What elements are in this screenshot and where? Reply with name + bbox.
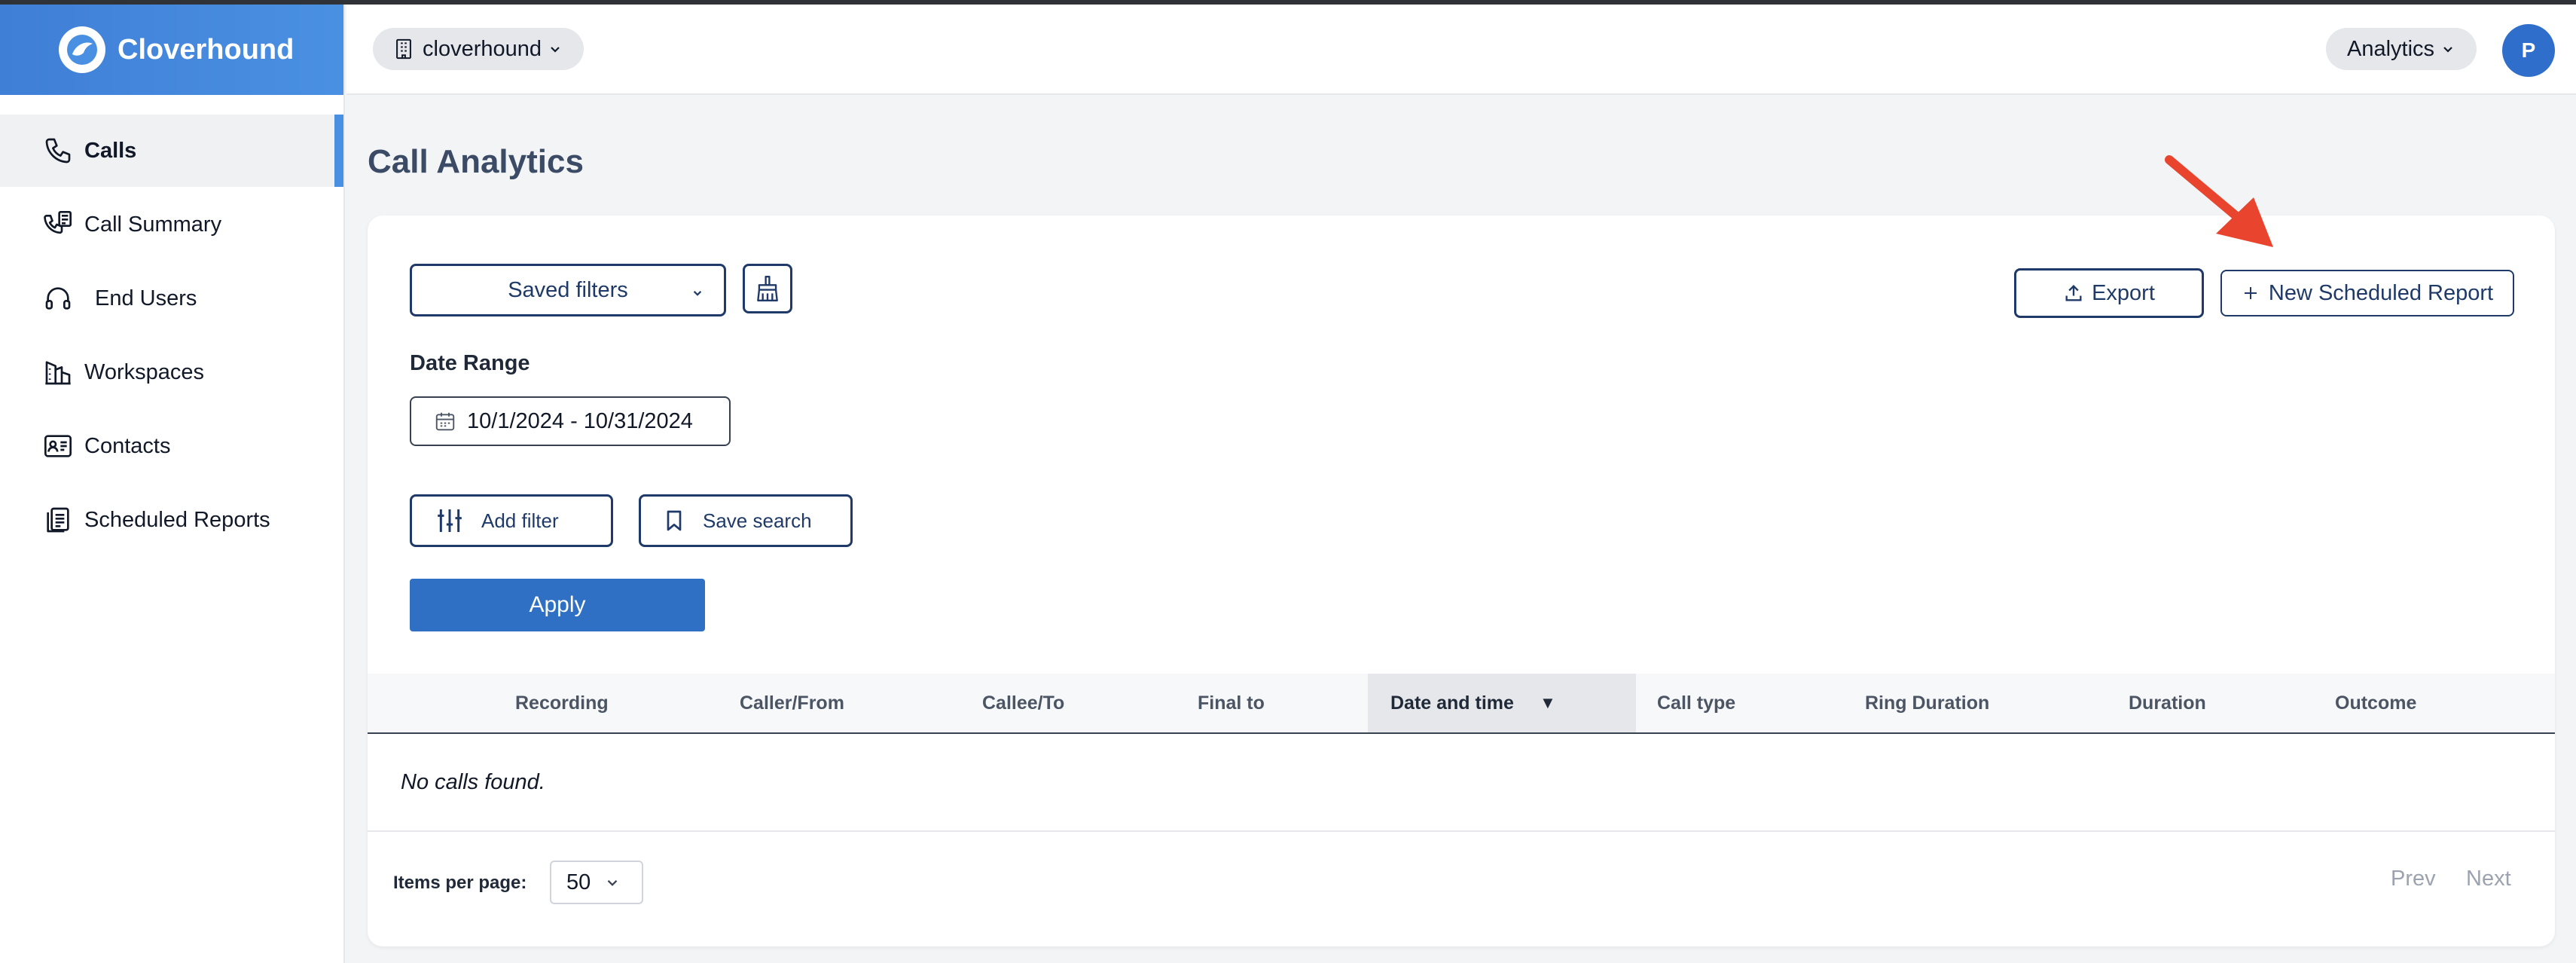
broom-icon bbox=[753, 274, 782, 303]
sidebar-item-label: Workspaces bbox=[84, 359, 205, 384]
saved-filters-label: Saved filters bbox=[508, 277, 628, 302]
items-per-page-select[interactable]: 50 bbox=[550, 861, 643, 904]
sidebar-item-call-summary[interactable]: Call Summary bbox=[0, 188, 343, 261]
brand-name: Cloverhound bbox=[118, 33, 295, 66]
sidebar-item-end-users[interactable]: End Users bbox=[0, 262, 343, 335]
prev-page-button[interactable]: Prev bbox=[2391, 867, 2436, 891]
sidebar-item-contacts[interactable]: Contacts bbox=[0, 410, 343, 482]
apply-button[interactable]: Apply bbox=[410, 579, 705, 631]
cloverhound-logo-icon bbox=[59, 26, 105, 73]
calls-table-header: Recording Caller/From Callee/To Final to… bbox=[368, 674, 2555, 734]
column-header-label: Date and time bbox=[1390, 692, 1514, 714]
call-summary-icon bbox=[41, 207, 75, 242]
new-report-label: New Scheduled Report bbox=[2268, 280, 2494, 305]
column-header-call-type[interactable]: Call type bbox=[1657, 674, 1735, 732]
org-name: cloverhound bbox=[423, 36, 542, 61]
topbar: cloverhound Analytics P bbox=[346, 5, 2576, 95]
chevron-down-icon bbox=[689, 283, 706, 307]
contact-card-icon bbox=[41, 429, 75, 463]
save-search-button[interactable]: Save search bbox=[639, 494, 853, 547]
sliders-icon bbox=[438, 509, 462, 532]
calendar-icon bbox=[434, 410, 456, 433]
date-range-picker[interactable]: 10/1/2024 - 10/31/2024 bbox=[410, 396, 731, 446]
save-search-label: Save search bbox=[703, 509, 812, 532]
column-header-outcome[interactable]: Outcome bbox=[2335, 674, 2416, 732]
phone-icon bbox=[41, 133, 75, 168]
sidebar-item-label: End Users bbox=[95, 286, 197, 310]
items-per-page-label: Items per page: bbox=[393, 873, 527, 893]
sidebar-item-label: Calls bbox=[84, 138, 137, 163]
upload-icon bbox=[2063, 283, 2084, 304]
headset-icon bbox=[41, 281, 75, 316]
sidebar-item-label: Contacts bbox=[84, 433, 171, 458]
clipboard-icon bbox=[41, 503, 75, 537]
chevron-down-icon bbox=[2440, 41, 2455, 57]
date-range-value: 10/1/2024 - 10/31/2024 bbox=[467, 408, 693, 433]
chevron-down-icon bbox=[548, 41, 563, 57]
divider bbox=[368, 830, 2555, 832]
sidebar-item-label: Call Summary bbox=[84, 212, 222, 237]
plus-icon bbox=[2242, 284, 2260, 302]
chevron-down-icon bbox=[604, 874, 621, 891]
column-header-recording[interactable]: Recording bbox=[515, 674, 609, 732]
clear-filters-button[interactable] bbox=[743, 264, 792, 313]
sort-desc-icon: ▼ bbox=[1539, 693, 1556, 712]
export-label: Export bbox=[2092, 280, 2155, 305]
sidebar-item-calls[interactable]: Calls bbox=[0, 115, 343, 187]
new-scheduled-report-button[interactable]: New Scheduled Report bbox=[2220, 270, 2514, 316]
column-header-callee[interactable]: Callee/To bbox=[982, 674, 1064, 732]
brand-header[interactable]: Cloverhound bbox=[0, 5, 343, 95]
column-header-date-time[interactable]: Date and time ▼ bbox=[1368, 674, 1636, 732]
export-button[interactable]: Export bbox=[2014, 268, 2204, 318]
column-header-final-to[interactable]: Final to bbox=[1198, 674, 1265, 732]
org-switcher[interactable]: cloverhound bbox=[373, 28, 584, 70]
sidebar: Cloverhound Calls Call Summary End Users… bbox=[0, 5, 345, 963]
sidebar-item-label: Scheduled Reports bbox=[84, 507, 270, 532]
page-title: Call Analytics bbox=[368, 143, 584, 180]
section-name: Analytics bbox=[2347, 36, 2435, 61]
sidebar-nav: Calls Call Summary End Users Workspaces … bbox=[0, 95, 343, 556]
add-filter-label: Add filter bbox=[481, 509, 559, 532]
date-range-label: Date Range bbox=[410, 351, 530, 375]
column-header-duration[interactable]: Duration bbox=[2129, 674, 2206, 732]
add-filter-button[interactable]: Add filter bbox=[410, 494, 613, 547]
items-per-page-value: 50 bbox=[566, 870, 591, 894]
user-avatar[interactable]: P bbox=[2502, 24, 2555, 77]
bookmark-icon bbox=[667, 510, 682, 531]
building-small-icon bbox=[394, 38, 414, 60]
annotation-arrow-icon bbox=[2165, 155, 2273, 247]
building-icon bbox=[41, 355, 75, 390]
column-header-ring-duration[interactable]: Ring Duration bbox=[1865, 674, 1989, 732]
sidebar-item-scheduled-reports[interactable]: Scheduled Reports bbox=[0, 484, 343, 556]
section-switcher[interactable]: Analytics bbox=[2326, 28, 2477, 70]
analytics-card: Saved filters Export New Scheduled Repor… bbox=[368, 216, 2555, 946]
next-page-button[interactable]: Next bbox=[2466, 867, 2511, 891]
saved-filters-dropdown[interactable]: Saved filters bbox=[410, 264, 726, 316]
empty-table-message: No calls found. bbox=[401, 770, 545, 794]
column-header-caller[interactable]: Caller/From bbox=[740, 674, 844, 732]
sidebar-item-workspaces[interactable]: Workspaces bbox=[0, 336, 343, 408]
